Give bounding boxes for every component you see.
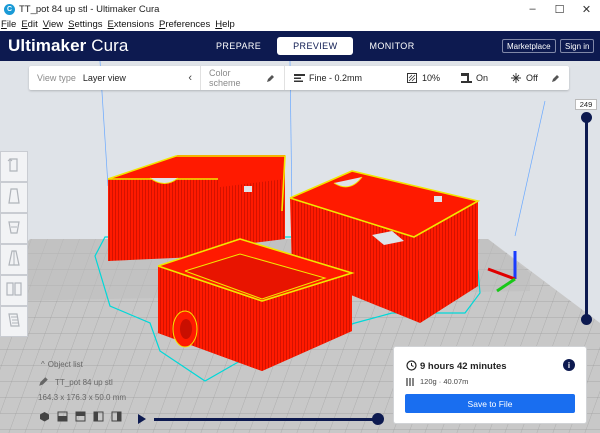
front-view-icon[interactable]: [56, 411, 68, 422]
sign-in-button[interactable]: Sign in: [560, 39, 595, 53]
layer-slider-lower-handle[interactable]: [581, 314, 592, 325]
stage-tabs: PREPARE PREVIEW MONITOR: [200, 37, 431, 55]
profile-value: Fine - 0.2mm: [309, 73, 363, 83]
menu-bar: File Edit View Settings Extensions Prefe…: [0, 18, 600, 31]
left-view-icon[interactable]: [92, 411, 104, 422]
chevron-up-icon: ^: [41, 360, 45, 369]
simulation-slider-handle[interactable]: [372, 413, 384, 425]
layer-slider-upper-handle[interactable]: [581, 112, 592, 123]
per-model-settings-button[interactable]: [0, 275, 28, 306]
simulation-slider-track[interactable]: [154, 418, 379, 421]
window-titlebar: C TT_pot 84 up stl - Ultimaker Cura – ☐ …: [0, 0, 600, 18]
color-scheme-selector[interactable]: Color scheme: [201, 66, 285, 90]
app-header: Ultimaker Cura PREPARE PREVIEW MONITOR M…: [0, 31, 600, 61]
top-view-icon[interactable]: [74, 411, 86, 422]
move-tool-button[interactable]: [0, 151, 28, 182]
infill-value: 10%: [422, 73, 441, 83]
marketplace-button[interactable]: Marketplace: [502, 39, 556, 53]
save-to-file-button[interactable]: Save to File: [405, 394, 575, 413]
view-type-value: Layer view: [82, 73, 126, 83]
print-time: 9 hours 42 minutes: [420, 361, 507, 372]
clock-icon: [406, 360, 417, 371]
menu-extensions[interactable]: Extensions: [108, 19, 154, 30]
mirror-tool-button[interactable]: [0, 244, 28, 275]
window-controls: – ☐ ✕: [519, 0, 600, 18]
menu-settings[interactable]: Settings: [68, 19, 102, 30]
object-dimensions: 164.3 x 176.3 x 50.0 mm: [38, 393, 127, 402]
view-type-label: View type: [37, 73, 76, 83]
close-button[interactable]: ✕: [573, 0, 600, 18]
filament-icon: [406, 378, 414, 386]
scale-tool-button[interactable]: [0, 182, 28, 213]
edit-settings-icon: [549, 72, 561, 84]
chevron-left-icon: ‹: [188, 72, 192, 84]
per-model-settings-icon: [6, 280, 22, 301]
profile-icon: [293, 72, 305, 84]
menu-edit[interactable]: Edit: [21, 19, 37, 30]
support-value: On: [476, 73, 489, 83]
play-icon[interactable]: [137, 413, 147, 425]
pencil-icon[interactable]: [38, 376, 49, 390]
color-scheme-label: Color scheme: [209, 68, 241, 88]
view-type-selector[interactable]: View type Layer view ‹: [29, 66, 201, 90]
print-settings-summary[interactable]: Fine - 0.2mm 10% On Off: [285, 66, 569, 90]
rotate-tool-button[interactable]: [0, 213, 28, 244]
rotate-icon: [7, 218, 21, 239]
support-icon: [460, 72, 472, 84]
mirror-icon: [7, 249, 21, 270]
filament-usage: 120g · 40.07m: [420, 377, 469, 386]
tab-preview[interactable]: PREVIEW: [277, 37, 354, 55]
object-list-header[interactable]: ^ Object list: [41, 360, 83, 369]
support-blocker-icon: [7, 311, 21, 332]
print-info-panel: 9 hours 42 minutes i 120g · 40.07m Save …: [393, 346, 587, 424]
menu-file[interactable]: File: [1, 19, 16, 30]
adhesion-value: Off: [526, 73, 538, 83]
menu-view[interactable]: View: [43, 19, 63, 30]
layer-number-input[interactable]: 249: [575, 99, 597, 110]
support-blocker-button[interactable]: [0, 306, 28, 337]
layer-slider-track[interactable]: [585, 118, 588, 320]
tool-panel: [0, 151, 28, 337]
tab-monitor[interactable]: MONITOR: [353, 37, 430, 55]
3d-view-icon[interactable]: [38, 411, 50, 422]
maximize-button[interactable]: ☐: [546, 0, 573, 18]
minimize-button[interactable]: –: [519, 0, 546, 18]
scale-icon: [7, 187, 21, 208]
object-file-name: TT_pot 84 up stl: [55, 378, 113, 387]
ultimaker-cura-logo: Ultimaker Cura: [8, 36, 129, 55]
adhesion-icon: [510, 72, 522, 84]
cura-app-icon: C: [4, 3, 15, 15]
view-toolbar: View type Layer view ‹ Color scheme Fine…: [29, 66, 569, 90]
move-icon: [7, 156, 21, 177]
menu-preferences[interactable]: Preferences: [159, 19, 210, 30]
info-icon[interactable]: i: [563, 359, 575, 371]
infill-icon: [406, 72, 418, 84]
window-title: TT_pot 84 up stl - Ultimaker Cura: [19, 3, 160, 15]
camera-view-buttons: [38, 411, 122, 422]
menu-help[interactable]: Help: [215, 19, 235, 30]
tab-prepare[interactable]: PREPARE: [200, 37, 277, 55]
pencil-icon: [264, 72, 276, 84]
right-view-icon[interactable]: [110, 411, 122, 422]
